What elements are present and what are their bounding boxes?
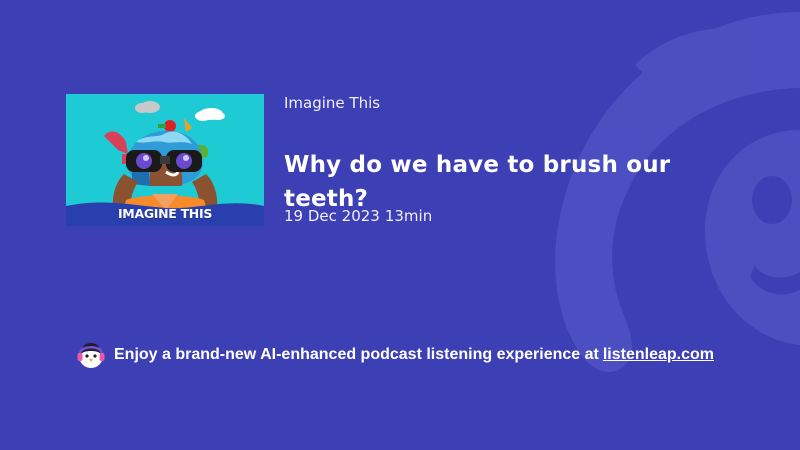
- show-name[interactable]: Imagine This: [284, 94, 380, 112]
- episode-date: 19 Dec 2023: [284, 207, 380, 225]
- cover-caption: IMAGINE THIS: [117, 206, 213, 221]
- listenleap-link[interactable]: listenleap.com: [603, 346, 714, 363]
- podcast-cover-art[interactable]: IMAGINE THIS: [66, 94, 264, 226]
- episode-title[interactable]: Why do we have to brush our teeth?: [284, 148, 694, 216]
- promo-message: Enjoy a brand-new AI-enhanced podcast li…: [114, 346, 599, 363]
- penguin-headphones-icon: [77, 343, 105, 368]
- episode-details: 19 Dec 2023 13min: [284, 207, 432, 225]
- listenleap-logo-watermark: [555, 12, 800, 373]
- promo-text: Enjoy a brand-new AI-enhanced podcast li…: [114, 346, 714, 364]
- episode-duration: 13min: [384, 207, 433, 225]
- promo-footer: Enjoy a brand-new AI-enhanced podcast li…: [76, 340, 714, 370]
